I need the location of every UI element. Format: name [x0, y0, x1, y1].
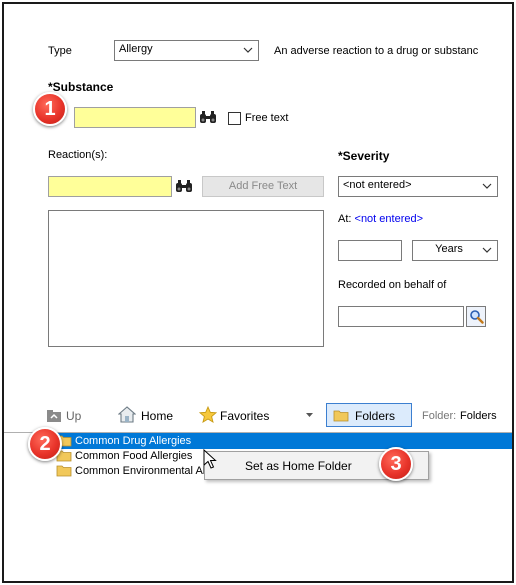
context-menu-set-home-folder[interactable]: Set as Home Folder	[245, 459, 352, 473]
chevron-down-icon	[482, 183, 492, 189]
add-free-text-button[interactable]: Add Free Text	[202, 176, 324, 197]
free-text-checkbox[interactable]	[228, 112, 241, 125]
folder-icon	[333, 410, 349, 422]
up-button[interactable]: Up	[66, 409, 81, 423]
reaction-input[interactable]	[48, 176, 172, 197]
recorded-input[interactable]	[338, 306, 464, 327]
binoculars-icon[interactable]	[175, 179, 193, 193]
tree-item-common-drug-allergies[interactable]: Common Drug Allergies	[56, 433, 206, 449]
years-value: Years	[435, 243, 463, 255]
tree-item-label: Common Drug Allergies	[75, 435, 192, 447]
recorded-search-button[interactable]	[466, 306, 486, 327]
reactions-label: Reaction(s):	[48, 149, 108, 161]
chevron-down-icon	[482, 247, 492, 253]
tree-item-common-food-allergies[interactable]: Common Food Allergies	[56, 448, 206, 464]
free-text-label: Free text	[245, 112, 289, 124]
step-badge-1: 1	[33, 92, 67, 126]
folder-icon	[56, 465, 72, 477]
reactions-list[interactable]	[48, 210, 324, 347]
allergy-form-window: Type Allergy An adverse reaction to a dr…	[2, 2, 514, 583]
magnifier-icon	[470, 310, 484, 324]
home-icon	[118, 406, 136, 423]
folder-label: Folder:	[422, 410, 457, 422]
type-description: An adverse reaction to a drug or substan…	[274, 45, 479, 57]
up-folder-icon	[47, 410, 61, 422]
severity-value: <not entered>	[343, 179, 412, 191]
folder-value: Folders	[460, 410, 497, 422]
favorites-button[interactable]: Favorites	[220, 409, 269, 423]
tree-item-label: Common Food Allergies	[75, 450, 193, 462]
favorites-dropdown-arrow-icon[interactable]	[306, 413, 313, 418]
substance-label: *Substance	[48, 80, 114, 94]
recorded-label: Recorded on behalf of	[338, 279, 447, 291]
substance-input[interactable]	[74, 107, 196, 128]
years-select[interactable]: Years	[412, 240, 498, 261]
folders-label: Folders	[355, 409, 396, 423]
type-value: Allergy	[119, 43, 153, 55]
folders-button[interactable]: Folders	[326, 403, 412, 427]
star-icon	[199, 406, 217, 423]
binoculars-icon[interactable]	[199, 110, 217, 124]
at-amount-input[interactable]	[338, 240, 402, 261]
type-label: Type	[48, 45, 72, 57]
step-badge-3: 3	[379, 447, 413, 481]
at-row: At: <not entered>	[338, 213, 423, 225]
home-button[interactable]: Home	[141, 409, 173, 423]
mouse-cursor-icon	[203, 449, 217, 469]
chevron-down-icon	[243, 47, 253, 53]
severity-label: *Severity	[338, 149, 390, 163]
type-select[interactable]: Allergy	[114, 40, 259, 61]
severity-select[interactable]: <not entered>	[338, 176, 498, 197]
at-value-link[interactable]: <not entered>	[355, 213, 424, 225]
at-label: At:	[338, 213, 352, 225]
step-badge-2: 2	[28, 427, 62, 461]
